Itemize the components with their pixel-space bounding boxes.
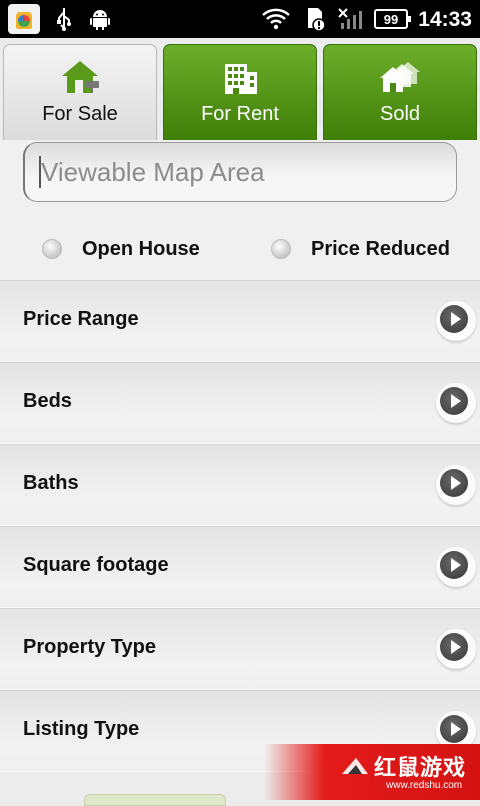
arrow-button[interactable] (436, 465, 476, 505)
tab-for-rent[interactable]: For Rent (163, 44, 317, 140)
house-icon (58, 55, 102, 99)
app-notification-icon (8, 4, 40, 34)
open-house-label: Open House (82, 237, 200, 260)
price-reduced-option[interactable]: Price Reduced (271, 234, 450, 264)
status-bar: 99 14:33 (0, 0, 480, 38)
usb-icon (50, 4, 78, 34)
watermark-banner: 红鼠游戏 www.redshu.com (264, 744, 480, 800)
watermark-logo-icon (340, 754, 370, 778)
arrow-button[interactable] (436, 547, 476, 587)
map-area-search-input[interactable] (23, 142, 457, 202)
tab-label: For Sale (42, 103, 118, 125)
listing-tabs: For Sale For Rent Sold (0, 38, 480, 140)
chevron-right-icon (440, 469, 468, 497)
arrow-button[interactable] (436, 301, 476, 341)
filter-row-property-type[interactable]: Property Type (0, 608, 480, 690)
chevron-right-icon (440, 633, 468, 661)
open-house-radio[interactable] (42, 239, 62, 259)
filter-label: Beds (23, 390, 72, 412)
battery-icon: 99 (374, 9, 411, 29)
chevron-right-icon (440, 715, 468, 743)
bottom-button-edge[interactable] (84, 794, 226, 806)
chevron-right-icon (440, 387, 468, 415)
clock: 14:33 (418, 8, 472, 31)
arrow-button[interactable] (436, 383, 476, 423)
arrow-button[interactable] (436, 629, 476, 669)
tab-for-sale[interactable]: For Sale (3, 44, 157, 140)
battery-level: 99 (383, 11, 399, 27)
filter-list: Price Range Beds Baths Square footage Pr… (0, 280, 480, 772)
tab-label: For Rent (201, 103, 279, 125)
signal-icon (336, 4, 366, 34)
sd-card-alert-icon (300, 4, 328, 34)
tab-label: Sold (379, 103, 421, 125)
filter-label: Price Range (23, 308, 139, 330)
filter-label: Baths (23, 472, 79, 494)
wifi-icon (260, 4, 292, 34)
building-icon (218, 55, 262, 99)
price-reduced-radio[interactable] (271, 239, 291, 259)
filter-label: Property Type (23, 636, 156, 658)
houses-icon (378, 55, 422, 99)
text-cursor (39, 156, 41, 188)
chevron-right-icon (440, 551, 468, 579)
android-debug-icon (86, 4, 114, 34)
filter-row-beds[interactable]: Beds (0, 362, 480, 444)
chevron-right-icon (440, 305, 468, 333)
filter-row-baths[interactable]: Baths (0, 444, 480, 526)
open-house-option[interactable]: Open House (42, 234, 200, 264)
watermark-url: www.redshu.com (386, 780, 463, 791)
filter-label: Listing Type (23, 718, 140, 740)
filter-row-square-footage[interactable]: Square footage (0, 526, 480, 608)
price-reduced-label: Price Reduced (311, 237, 450, 260)
filter-label: Square footage (23, 554, 169, 576)
tab-sold[interactable]: Sold (323, 44, 477, 140)
filter-row-price-range[interactable]: Price Range (0, 280, 480, 362)
watermark-text: 红鼠游戏 (374, 755, 467, 780)
